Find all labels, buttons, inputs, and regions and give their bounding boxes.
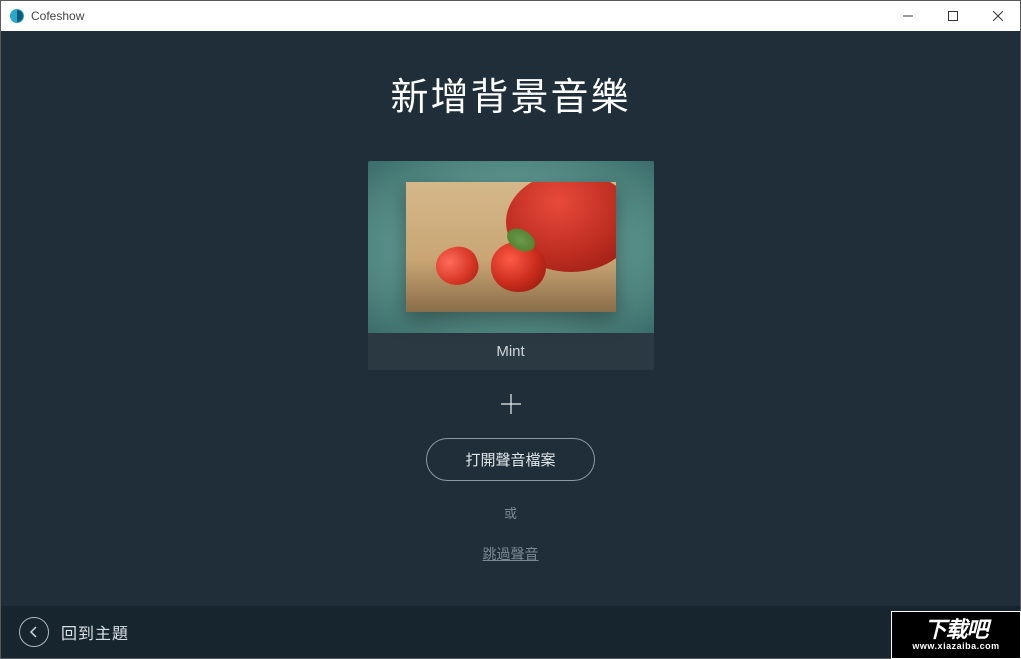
- or-text: 或: [504, 503, 517, 522]
- open-sound-file-button[interactable]: 打開聲音檔案: [426, 438, 594, 481]
- theme-preview-label: Mint: [368, 333, 654, 370]
- content-area: 新增背景音樂 Mint 打開聲音檔案 或 跳過聲音: [1, 31, 1020, 606]
- back-label: 回到主題: [61, 620, 129, 644]
- skip-sound-link[interactable]: 跳過聲音: [483, 544, 539, 564]
- titlebar: Cofeshow: [1, 1, 1020, 31]
- close-button[interactable]: [975, 1, 1020, 31]
- plus-icon: [500, 392, 522, 420]
- window-title: Cofeshow: [31, 9, 885, 23]
- window-controls: [885, 1, 1020, 31]
- theme-preview-image: [368, 161, 654, 333]
- minimize-button[interactable]: [885, 1, 930, 31]
- app-icon: [9, 8, 25, 24]
- page-title: 新增背景音樂: [390, 66, 630, 121]
- maximize-button[interactable]: [930, 1, 975, 31]
- back-button[interactable]: 回到主題: [19, 617, 129, 647]
- theme-preview-card[interactable]: Mint: [368, 161, 654, 370]
- back-arrow-icon: [19, 617, 49, 647]
- app-window: Cofeshow 新增背景音樂 Mint: [0, 0, 1021, 659]
- bottom-bar: 回到主題: [1, 606, 1020, 658]
